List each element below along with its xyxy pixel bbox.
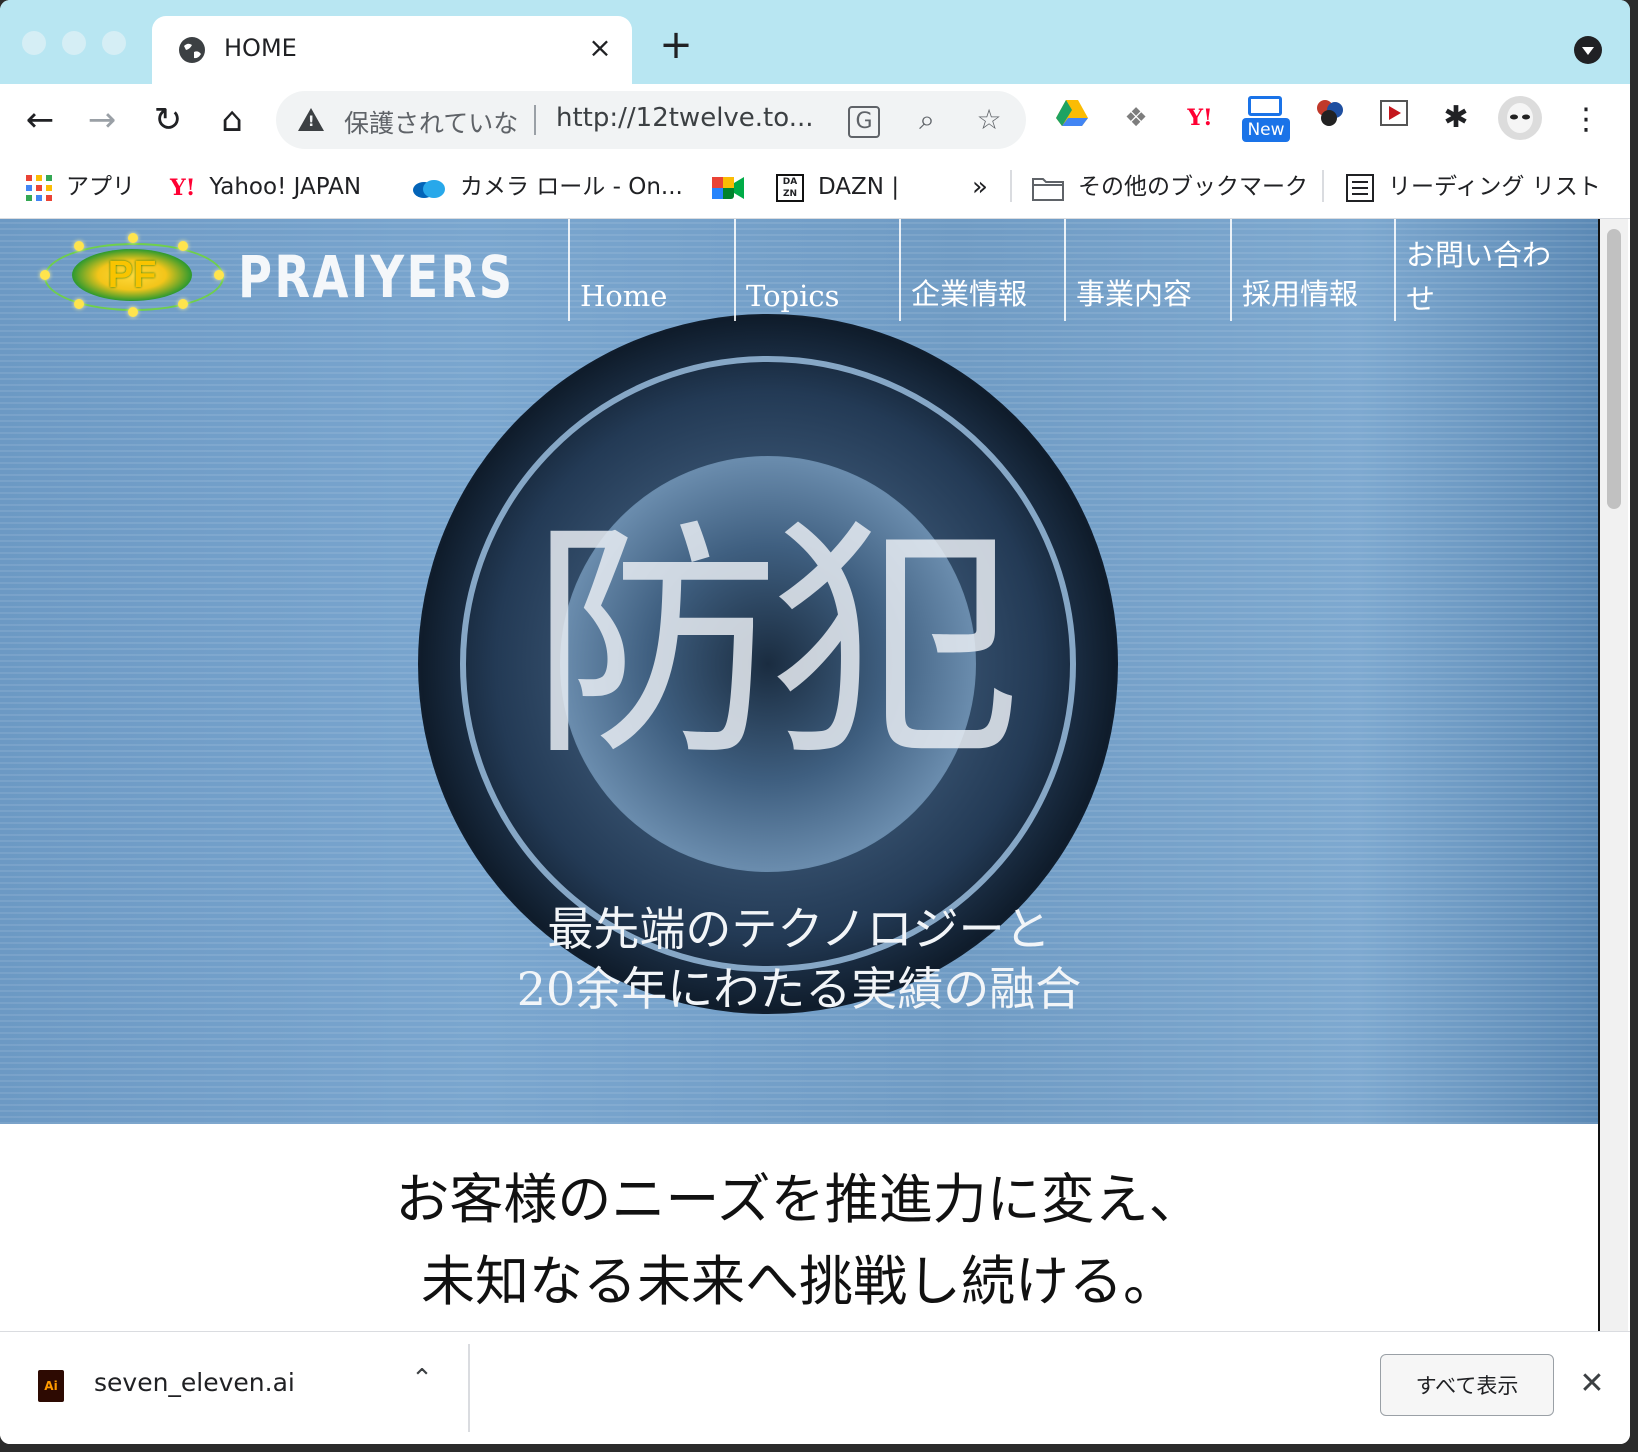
new-extension-icon[interactable]: New xyxy=(1242,96,1290,142)
bookmark-dazn[interactable]: DA ZN DAZN | xyxy=(776,170,899,204)
bookmarks-divider xyxy=(1010,170,1012,202)
bookmarks-overflow-button[interactable]: » xyxy=(972,170,988,204)
security-label[interactable]: 保護されていな xyxy=(344,104,518,140)
nav-topics-label: Topics xyxy=(746,279,840,313)
nav-recruit-label: 採用情報 xyxy=(1242,277,1359,311)
window-close-light[interactable] xyxy=(22,31,46,55)
forward-button[interactable]: → xyxy=(80,98,124,142)
apps-grid-icon xyxy=(26,174,52,201)
nav-topics[interactable]: Topics xyxy=(734,219,900,321)
bookmark-onedrive[interactable]: カメラ ロール - On... xyxy=(412,170,683,204)
home-button[interactable]: ⌂ xyxy=(210,98,254,142)
new-badge: New xyxy=(1242,118,1290,142)
tab-home[interactable]: HOME × xyxy=(152,16,632,84)
logo-dot xyxy=(74,241,84,251)
logo-dot xyxy=(214,270,224,280)
browser-window: HOME × + ← → ↻ ⌂ 保護されていな http://12twelve… xyxy=(0,0,1630,1444)
nav-contact-label: お問い合わせ xyxy=(1406,238,1552,316)
tab-title: HOME xyxy=(224,34,297,62)
nav-business-label: 事業内容 xyxy=(1076,277,1193,311)
google-drive-icon[interactable] xyxy=(1052,98,1092,138)
brand-name[interactable]: PRAIYERS xyxy=(238,243,515,311)
bookmark-star-icon[interactable]: ☆ xyxy=(972,103,1006,137)
folder-icon xyxy=(1032,177,1064,201)
page-scrollbar[interactable] xyxy=(1598,219,1628,1331)
bookmark-apps[interactable]: アプリ xyxy=(26,170,135,204)
omnibox-divider xyxy=(534,105,536,135)
nav-business[interactable]: 事業内容 xyxy=(1064,219,1230,321)
site-logo[interactable]: PF xyxy=(40,233,224,317)
illustrator-file-icon[interactable]: Ai xyxy=(38,1370,64,1402)
tagline: お客様のニーズを推進力に変え、 未知なる未来へ挑戦し続ける。 xyxy=(0,1159,1598,1323)
logo-dot xyxy=(40,270,50,280)
other-bookmarks-label: その他のブックマーク xyxy=(1078,174,1308,200)
extensions-puzzle-icon[interactable]: ✱ xyxy=(1436,98,1476,138)
zoom-icon[interactable]: ⌕ xyxy=(910,103,944,137)
nav-home-label: Home xyxy=(580,279,668,313)
logo-dot xyxy=(128,233,138,243)
window-minimize-light[interactable] xyxy=(62,31,86,55)
translate-icon[interactable]: G xyxy=(848,106,880,138)
back-button[interactable]: ← xyxy=(18,98,62,142)
nav-company-label: 企業情報 xyxy=(911,277,1028,311)
color-balls-icon[interactable] xyxy=(1310,98,1350,138)
nav-company[interactable]: 企業情報 xyxy=(899,219,1065,321)
tab-close-icon[interactable]: × xyxy=(582,30,618,66)
bookmark-onedrive-label: カメラ ロール - On... xyxy=(460,174,683,200)
logo-dot xyxy=(128,307,138,317)
close-shelf-icon[interactable]: ✕ xyxy=(1574,1364,1610,1404)
show-all-downloads-button[interactable]: すべて表示 xyxy=(1380,1354,1554,1416)
reading-list-divider xyxy=(1322,170,1324,202)
bookmark-dazn-label: DAZN | xyxy=(818,174,900,200)
bookmark-apps-label: アプリ xyxy=(66,174,135,200)
video-extension-icon[interactable] xyxy=(1374,98,1414,138)
reload-button[interactable]: ↻ xyxy=(146,98,190,142)
bookmark-yahoo[interactable]: Y! Yahoo! JAPAN xyxy=(170,170,361,204)
download-options-chevron-icon[interactable]: ⌃ xyxy=(404,1364,440,1400)
bookmark-yahoo-label: Yahoo! JAPAN xyxy=(209,174,362,200)
tab-search-icon[interactable] xyxy=(1574,36,1602,64)
address-bar[interactable]: 保護されていな http://12twelve.to... G ⌕ ☆ xyxy=(276,91,1026,149)
logo-mark: PF xyxy=(72,249,192,301)
tab-strip: HOME × + xyxy=(0,0,1630,84)
other-bookmarks-folder[interactable]: その他のブックマーク xyxy=(1032,170,1308,204)
dazn-icon: DA ZN xyxy=(776,173,804,202)
tagline-line-2: 未知なる未来へ挑戦し続ける。 xyxy=(421,1250,1177,1313)
hero-section: PF PRAIYERS Home Topics 企業情報 事業内容 採用情報 お… xyxy=(0,219,1598,1124)
browser-menu-icon[interactable]: ⋮ xyxy=(1564,98,1608,142)
hero-subline-1: 最先端のテクノロジーと xyxy=(547,902,1051,956)
browser-toolbar: ← → ↻ ⌂ 保護されていな http://12twelve.to... G … xyxy=(0,84,1630,156)
profile-avatar[interactable] xyxy=(1498,96,1542,140)
reading-list-icon xyxy=(1346,173,1374,202)
yahoo-extension-icon[interactable]: Y! xyxy=(1180,98,1220,138)
download-file-name[interactable]: seven_eleven.ai xyxy=(94,1368,295,1397)
bookmark-meet[interactable] xyxy=(712,170,758,204)
page-viewport: PF PRAIYERS Home Topics 企業情報 事業内容 採用情報 お… xyxy=(0,219,1598,1331)
reading-list-label: リーディング リスト xyxy=(1388,174,1601,200)
scrollbar-thumb[interactable] xyxy=(1607,229,1621,509)
logo-dot xyxy=(74,299,84,309)
new-tab-button[interactable]: + xyxy=(656,25,696,66)
hero-subline-2: 20余年にわたる実績の融合 xyxy=(516,962,1082,1016)
not-secure-icon[interactable] xyxy=(298,108,324,131)
reading-list-button[interactable]: リーディング リスト xyxy=(1346,170,1601,204)
tagline-line-1: お客様のニーズを推進力に変え、 xyxy=(395,1168,1203,1231)
onedrive-icon xyxy=(413,179,445,198)
dropbox-icon[interactable]: ❖ xyxy=(1116,98,1156,138)
nav-recruit[interactable]: 採用情報 xyxy=(1230,219,1396,321)
nav-contact[interactable]: お問い合わせ xyxy=(1394,219,1576,321)
yahoo-icon: Y! xyxy=(170,174,196,201)
logo-dot xyxy=(178,241,188,251)
window-zoom-light[interactable] xyxy=(102,31,126,55)
bookmarks-bar: アプリ Y! Yahoo! JAPAN カメラ ロール - On... DA ZN D… xyxy=(0,156,1630,219)
nav-home[interactable]: Home xyxy=(568,219,734,321)
url-text[interactable]: http://12twelve.to... xyxy=(556,103,814,133)
download-shelf: Ai seven_eleven.ai ⌃ すべて表示 ✕ xyxy=(0,1331,1630,1444)
google-meet-icon xyxy=(712,176,744,199)
globe-icon xyxy=(179,37,205,63)
hero-headline: 防犯 xyxy=(530,498,1020,789)
shelf-divider xyxy=(468,1344,470,1432)
logo-dot xyxy=(178,299,188,309)
